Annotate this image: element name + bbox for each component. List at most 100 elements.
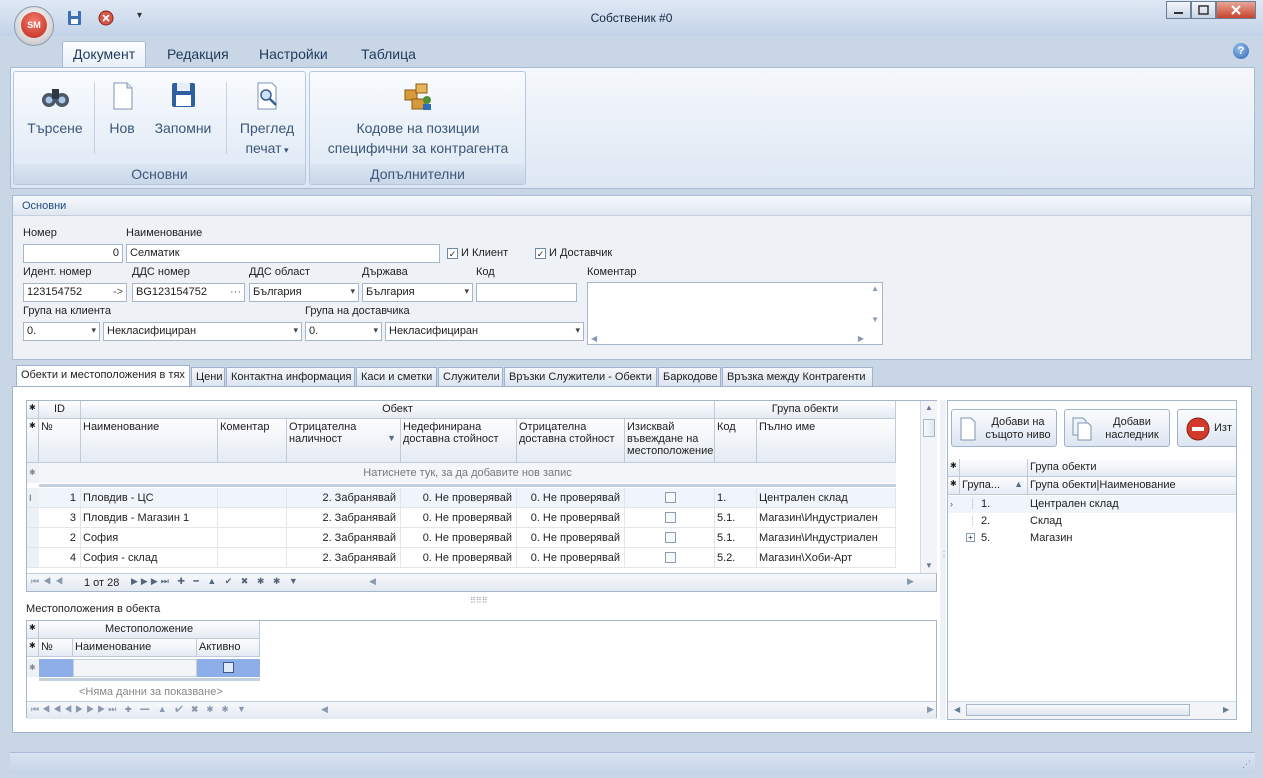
- tab-barcodes[interactable]: Баркодове: [658, 367, 721, 387]
- ident-field[interactable]: 123154752 ->: [23, 283, 127, 302]
- tree-row[interactable]: ┊ 2. Склад: [948, 513, 1236, 530]
- vat-area-select[interactable]: България: [249, 283, 359, 302]
- table-cell-undef[interactable]: 0. Не проверявай: [401, 548, 517, 568]
- add-same-level-button[interactable]: Добави на същото ниво: [951, 409, 1057, 447]
- tree-hscroll[interactable]: ◀ ▶: [948, 701, 1236, 719]
- partner-item-codes-button[interactable]: Кодове на позиции специфични за контраге…: [314, 80, 522, 158]
- comment-textarea[interactable]: ▲ ▼ ◀ ▶: [587, 282, 883, 345]
- table-cell-full[interactable]: Централен склад: [757, 488, 896, 508]
- help-icon[interactable]: ?: [1233, 43, 1249, 59]
- col-require-location[interactable]: Изисквай въвеждане на местоположение: [625, 419, 715, 463]
- table-cell-comment[interactable]: [218, 528, 287, 548]
- search-button[interactable]: Търсене: [22, 80, 88, 138]
- tree-hscroll-left-icon[interactable]: ◀: [954, 705, 960, 714]
- tab-partner-links[interactable]: Връзка между Контрагенти: [722, 367, 873, 387]
- col-neg-stock[interactable]: Отрицателна наличност ▼: [287, 419, 401, 463]
- require-location-checkbox[interactable]: [625, 488, 715, 508]
- is-client-checkbox[interactable]: ✓: [447, 248, 458, 259]
- tree-hscroll-right-icon[interactable]: ▶: [1223, 705, 1229, 714]
- checkbox[interactable]: [665, 532, 676, 543]
- client-group-code-select[interactable]: 0.: [23, 322, 100, 341]
- expand-icon[interactable]: +: [966, 533, 975, 542]
- hscroll-left-icon[interactable]: ◀: [369, 576, 376, 587]
- table-cell-neg2[interactable]: 0. Не проверявай: [517, 528, 625, 548]
- vertical-splitter[interactable]: ⋮: [940, 400, 948, 720]
- table-cell-no[interactable]: 1: [39, 488, 81, 508]
- ribbon-tab-settings[interactable]: Настройки: [259, 46, 328, 62]
- vscroll-down-icon[interactable]: ▼: [925, 561, 933, 570]
- ident-arrow-button[interactable]: ->: [113, 286, 123, 298]
- table-cell-name[interactable]: София - склад: [81, 548, 218, 568]
- scroll-up-icon[interactable]: ▲: [871, 284, 879, 293]
- require-location-checkbox[interactable]: [625, 508, 715, 528]
- col-neg-cost[interactable]: Отрицателна доставна стойност: [517, 419, 625, 463]
- country-select[interactable]: България: [362, 283, 473, 302]
- ribbon-tab-edit[interactable]: Редакция: [167, 46, 229, 62]
- table-cell-no[interactable]: 3: [39, 508, 81, 528]
- table-cell-neg2[interactable]: 0. Не проверявай: [517, 548, 625, 568]
- loc-new-name[interactable]: [73, 659, 197, 677]
- supplier-group-code-select[interactable]: 0.: [305, 322, 382, 341]
- loc-col-no[interactable]: №: [39, 639, 73, 657]
- table-cell-code[interactable]: 5.1.: [715, 508, 757, 528]
- col-code[interactable]: Код: [715, 419, 757, 463]
- new-button[interactable]: Нов: [102, 80, 142, 138]
- tree-col-name[interactable]: Група обекти|Наименование: [1028, 477, 1236, 495]
- tree-col-group[interactable]: Група... ▲: [960, 477, 1028, 495]
- table-cell-full[interactable]: Магазин\Индустриален: [757, 528, 896, 548]
- table-cell-code[interactable]: 5.2.: [715, 548, 757, 568]
- tree-row[interactable]: +5. Магазин: [948, 530, 1236, 547]
- table-cell-undef[interactable]: 0. Не проверявай: [401, 488, 517, 508]
- tab-prices[interactable]: Цени: [191, 367, 225, 387]
- vscroll-up-icon[interactable]: ▲: [925, 403, 933, 412]
- tab-objects[interactable]: Обекти и местоположения в тях: [16, 365, 190, 388]
- app-logo-icon[interactable]: SM: [21, 12, 47, 38]
- table-cell-no[interactable]: 2: [39, 528, 81, 548]
- table-cell-neg2[interactable]: 0. Не проверявай: [517, 508, 625, 528]
- loc-active-checkbox[interactable]: [223, 662, 234, 673]
- tab-employee-objects[interactable]: Връзки Служители - Обекти: [504, 367, 657, 387]
- tree-corner-icon[interactable]: ✱: [948, 459, 960, 477]
- table-cell-undef[interactable]: 0. Не проверявай: [401, 528, 517, 548]
- new-row-hint[interactable]: Натиснете тук, за да добавите нов запис: [39, 463, 896, 483]
- loc-col-active[interactable]: Активно: [197, 639, 260, 657]
- vscroll-thumb[interactable]: [923, 419, 935, 437]
- minimize-button[interactable]: [1166, 1, 1191, 19]
- add-child-button[interactable]: Добави наследник: [1064, 409, 1170, 447]
- table-cell-full[interactable]: Магазин\Индустриален: [757, 508, 896, 528]
- ribbon-tab-table[interactable]: Таблица: [361, 46, 416, 62]
- is-supplier-checkbox[interactable]: ✓: [535, 248, 546, 259]
- col-undef-cost[interactable]: Недефинирана доставна стойност: [401, 419, 517, 463]
- supplier-group-name-select[interactable]: Некласифициран: [385, 322, 584, 341]
- scroll-right-icon[interactable]: ▶: [858, 334, 864, 343]
- require-location-checkbox[interactable]: [625, 528, 715, 548]
- vat-ellipsis-button[interactable]: ···: [230, 286, 241, 298]
- table-cell-full[interactable]: Магазин\Хоби-Арт: [757, 548, 896, 568]
- loc-hscroll-right-icon[interactable]: ▶: [927, 704, 934, 715]
- hscroll-right-icon[interactable]: ▶: [907, 576, 914, 587]
- table-cell-code[interactable]: 1.: [715, 488, 757, 508]
- client-group-name-select[interactable]: Некласифициран: [103, 322, 302, 341]
- print-preview-button[interactable]: Преглед печат ▾: [234, 80, 300, 160]
- nav-first-prev-icons[interactable]: ⏮◀◀: [31, 576, 67, 587]
- row-indicator[interactable]: [27, 508, 39, 528]
- scroll-left-icon[interactable]: ◀: [591, 334, 597, 343]
- table-cell-comment[interactable]: [218, 488, 287, 508]
- table-cell-name[interactable]: София: [81, 528, 218, 548]
- loc-col-name[interactable]: Наименование: [73, 639, 197, 657]
- nav-next-last-icons[interactable]: ▶▶▶⏭ ✚ ━ ▲ ✔ ✖ ✱ ✱ ▼: [131, 576, 301, 587]
- loc-nav-icons[interactable]: ⏮◀◀◀▶▶▶⏭ ✚ ━ ▲ ✔ ✖ ✱ ✱ ▼: [31, 704, 249, 715]
- tab-contacts[interactable]: Контактна информация: [226, 367, 355, 387]
- table-cell-neg2[interactable]: 0. Не проверявай: [517, 488, 625, 508]
- number-field[interactable]: 0: [23, 244, 123, 263]
- delete-button[interactable]: Изт: [1177, 409, 1236, 447]
- col-no[interactable]: №: [39, 419, 81, 463]
- loc-new-active[interactable]: [197, 659, 260, 677]
- code-field[interactable]: [476, 283, 577, 302]
- row-indicator[interactable]: [27, 548, 39, 568]
- tree-hscroll-thumb[interactable]: [966, 704, 1190, 716]
- checkbox[interactable]: [665, 552, 676, 563]
- maximize-button[interactable]: [1191, 1, 1216, 19]
- table-cell-undef[interactable]: 0. Не проверявай: [401, 508, 517, 528]
- table-cell-comment[interactable]: [218, 508, 287, 528]
